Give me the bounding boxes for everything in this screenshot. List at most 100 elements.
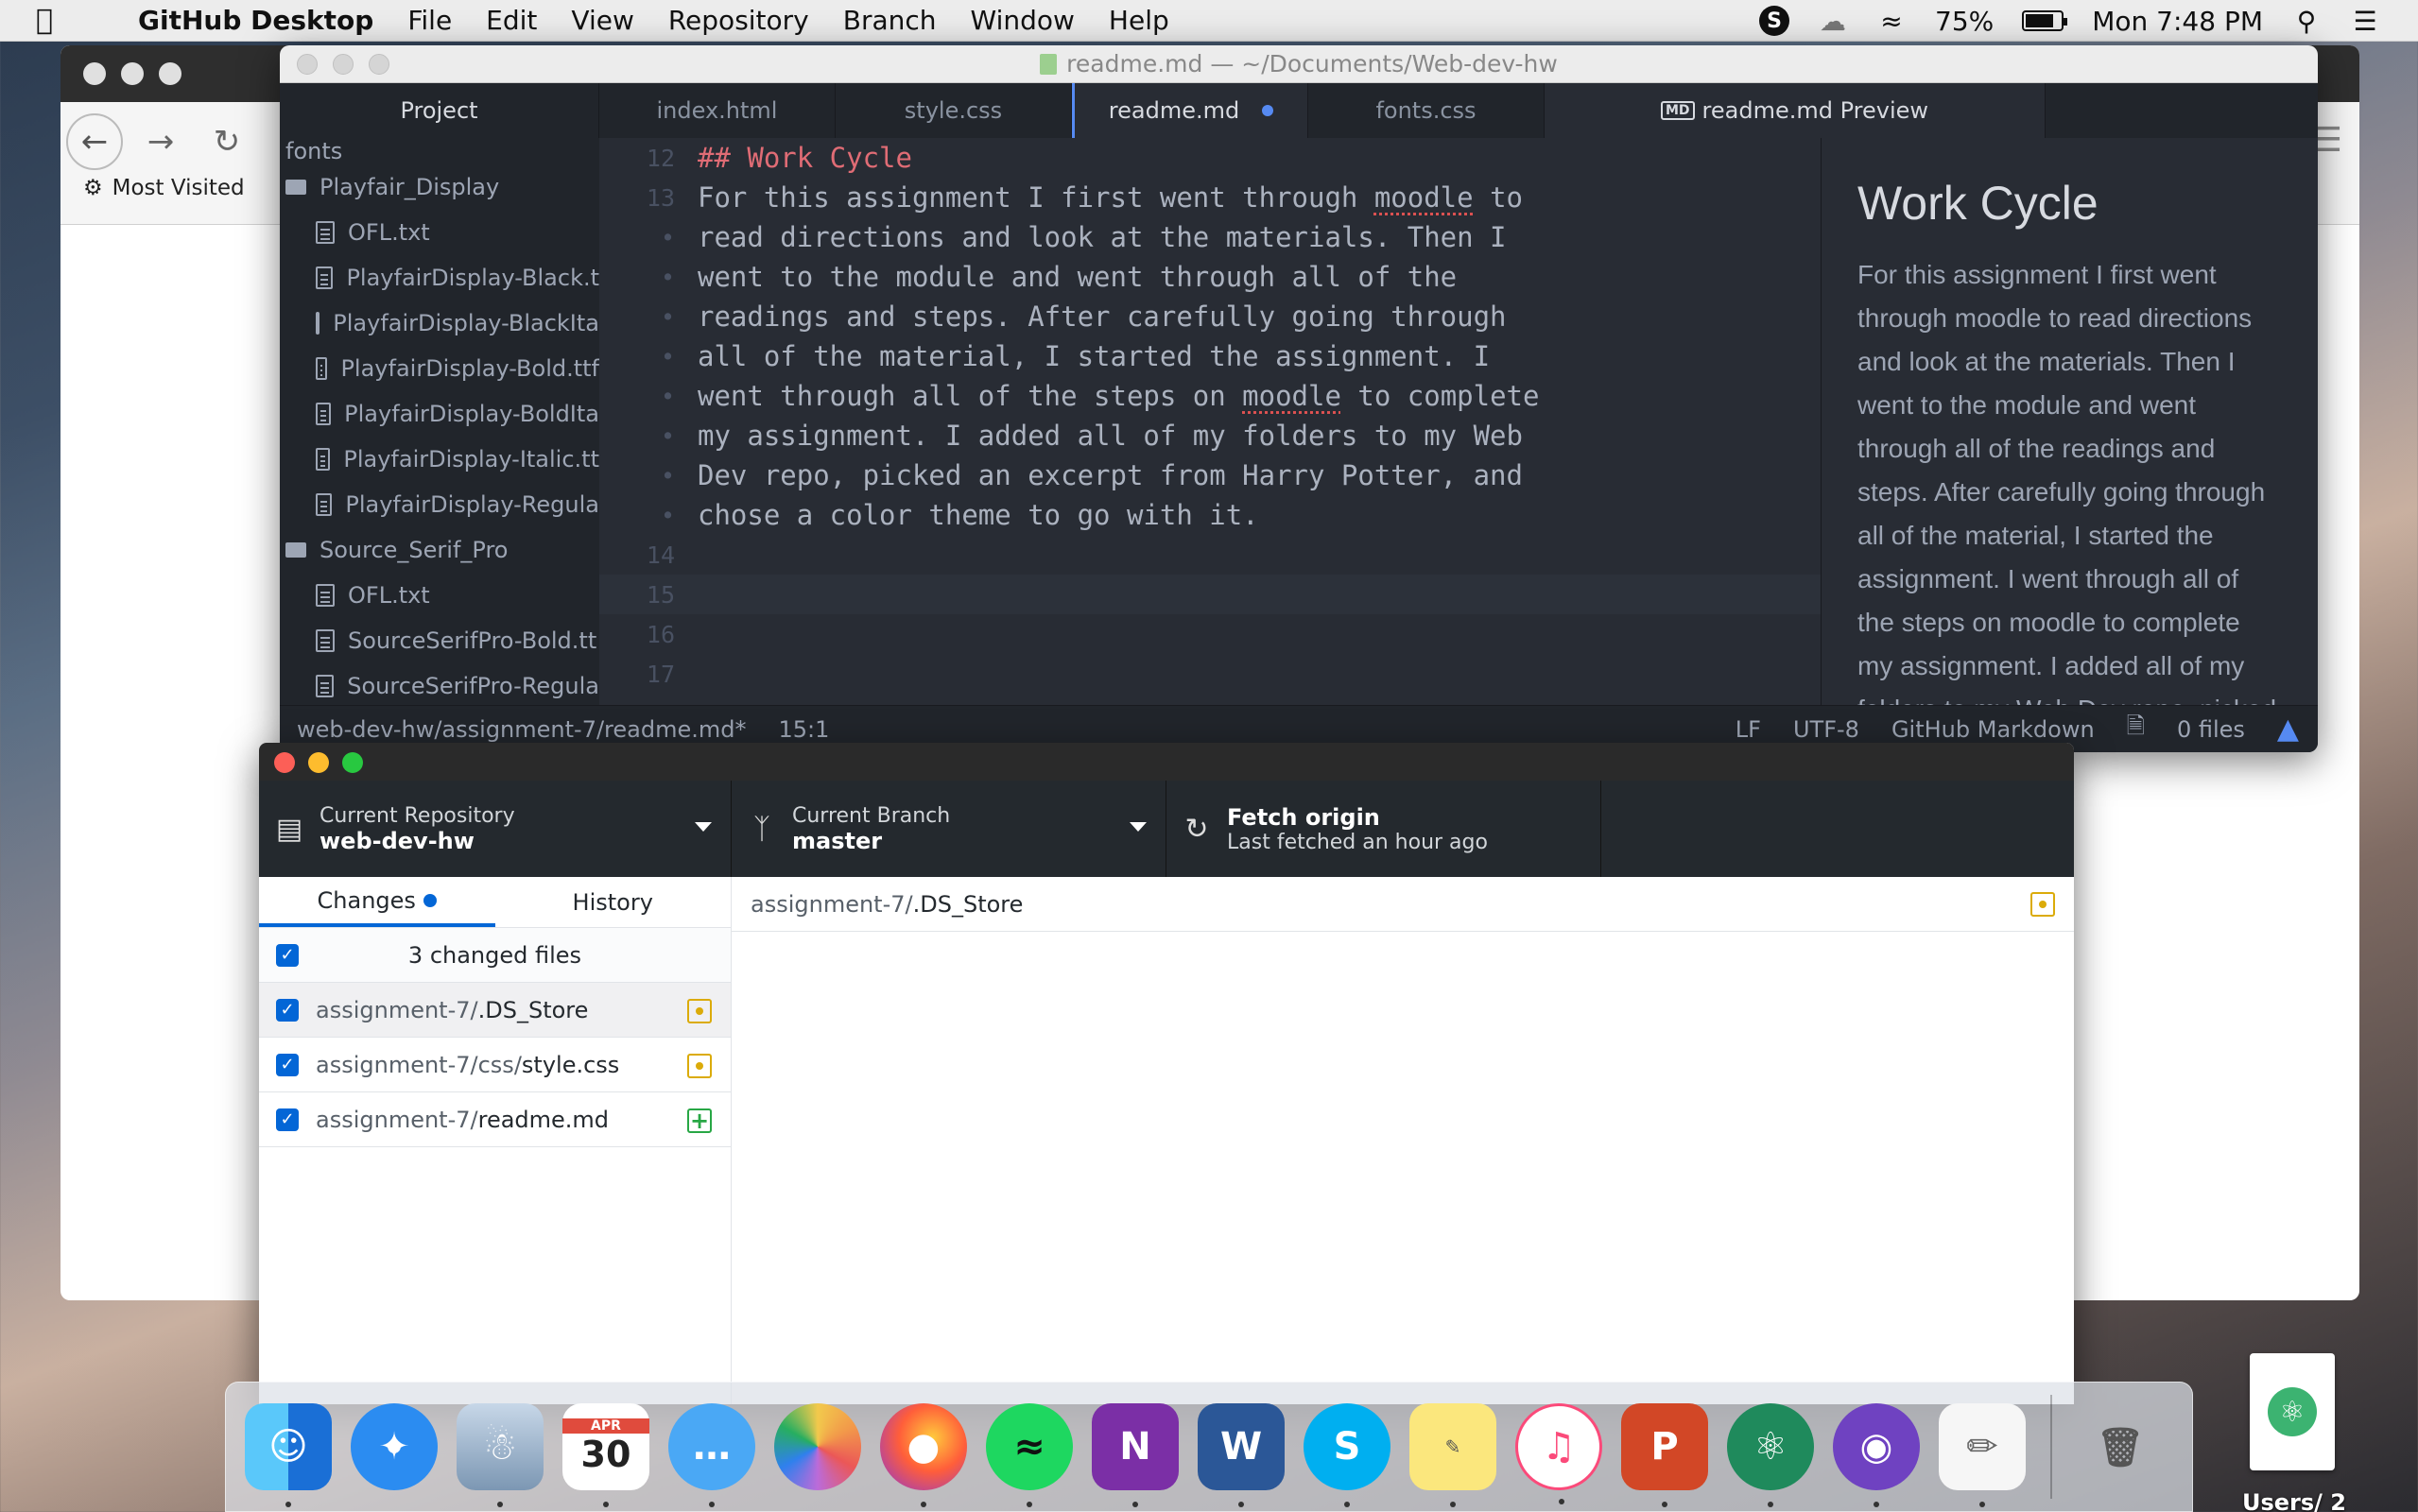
photos-app-icon[interactable] — [774, 1403, 861, 1490]
repo-value: web-dev-hw — [320, 827, 475, 854]
tree-file[interactable]: OFL.txt — [280, 210, 599, 255]
tab-index-html[interactable]: index.html — [599, 83, 836, 138]
tree-file[interactable]: SourceSerifPro-Regula — [280, 663, 599, 709]
tree-folder-playfair[interactable]: Playfair_Display — [280, 164, 599, 210]
tree-file[interactable]: PlayfairDisplay-Black.t — [280, 255, 599, 301]
menu-app-name[interactable]: GitHub Desktop — [138, 5, 373, 36]
menu-view[interactable]: View — [571, 5, 633, 36]
status-git-files[interactable]: 0 files — [2177, 716, 2245, 743]
atom-window: readme.md — ~/Documents/Web-dev-hw Proje… — [280, 45, 2318, 752]
running-indicator — [1979, 1502, 1985, 1507]
file-checkbox[interactable]: ✓ — [276, 998, 299, 1022]
tree-file[interactable]: SourceSerifPro-Bold.tt — [280, 618, 599, 663]
github-desktop-app-icon[interactable]: ◉ — [1833, 1403, 1920, 1507]
tab-fonts-css[interactable]: fonts.css — [1308, 83, 1545, 138]
desktop-file-icon[interactable]: ⚛ — [2250, 1353, 2335, 1470]
fetch-sub: Last fetched an hour ago — [1227, 830, 1488, 854]
battery-icon[interactable] — [2022, 10, 2068, 31]
status-grammar[interactable]: GitHub Markdown — [1891, 716, 2095, 743]
changed-file-row[interactable]: ✓ assignment-7/readme.md + — [259, 1092, 731, 1147]
status-file-path[interactable]: web-dev-hw/assignment-7/readme.md* — [297, 716, 746, 743]
itunes-app-icon[interactable]: ♫ — [1515, 1403, 1602, 1504]
onenote-app-icon[interactable]: N — [1092, 1403, 1179, 1507]
running-indicator — [1238, 1502, 1244, 1507]
tree-file[interactable]: PlayfairDisplay-BoldIta — [280, 391, 599, 437]
ghd-close-button[interactable] — [274, 752, 295, 773]
tab-style-css[interactable]: style.css — [836, 83, 1072, 138]
status-encoding[interactable]: UTF-8 — [1793, 716, 1859, 743]
powerpoint-app-icon[interactable]: P — [1621, 1403, 1708, 1507]
squirrel-update-icon[interactable]: ▲ — [2277, 713, 2299, 746]
forward-arrow-icon[interactable]: → — [132, 113, 189, 170]
battery-percent[interactable]: 75% — [1935, 6, 1994, 37]
ghd-zoom-button[interactable] — [342, 752, 363, 773]
finder-app-icon[interactable]: ☺ — [245, 1403, 332, 1507]
tree-folder-source-serif[interactable]: Source_Serif_Pro — [280, 527, 599, 573]
current-repository-button[interactable]: ▤ Current Repository web-dev-hw — [259, 781, 732, 877]
calendar-app-icon[interactable]: APR 30 — [562, 1403, 649, 1507]
menu-edit[interactable]: Edit — [486, 5, 537, 36]
skype-app-icon[interactable]: S — [1304, 1403, 1390, 1507]
tree-file[interactable]: PlayfairDisplay-BlackIta — [280, 301, 599, 346]
apple-menu-icon[interactable]:  — [36, 4, 78, 37]
menu-help[interactable]: Help — [1109, 5, 1169, 36]
reload-icon[interactable]: ↻ — [199, 113, 255, 170]
current-branch-button[interactable]: ᛉ Current Branch master — [732, 781, 1166, 877]
tab-readme-preview[interactable]: MD readme.md Preview — [1545, 83, 2046, 138]
changed-file-row[interactable]: ✓ assignment-7/css/style.css — [259, 1038, 731, 1092]
browser-zoom-button[interactable] — [159, 62, 181, 85]
browser-close-button[interactable] — [83, 62, 106, 85]
word-app-icon[interactable]: W — [1198, 1403, 1285, 1507]
menu-repository[interactable]: Repository — [668, 5, 809, 36]
atom-app-icon[interactable]: ⚛ — [1727, 1403, 1814, 1507]
select-all-checkbox[interactable]: ✓ — [276, 943, 299, 967]
tab-changes[interactable]: Changes — [259, 877, 495, 927]
notification-center-icon[interactable]: ☰ — [2350, 6, 2380, 37]
file-checkbox[interactable]: ✓ — [276, 1108, 299, 1131]
code-editor[interactable]: 12 ## Work Cycle 13 For this assignment I … — [599, 138, 1821, 739]
menu-branch[interactable]: Branch — [843, 5, 937, 36]
branch-icon: ᛉ — [753, 812, 770, 846]
tab-readme-md[interactable]: readme.md — [1072, 83, 1308, 138]
atom-minimize-button[interactable] — [333, 54, 354, 75]
textedit-app-icon[interactable]: ✏ — [1939, 1403, 2026, 1507]
trash-icon[interactable]: 🗑 — [2077, 1403, 2164, 1490]
safari-app-icon[interactable]: ✦ — [351, 1403, 438, 1490]
preview-app-icon[interactable]: ☃ — [457, 1403, 544, 1507]
firefox-app-icon[interactable]: ● — [880, 1403, 967, 1507]
menu-window[interactable]: Window — [971, 5, 1075, 36]
tab-project[interactable]: Project — [280, 83, 599, 138]
status-cursor-position[interactable]: 15:1 — [778, 716, 829, 743]
file-name: readme.md — [477, 1106, 610, 1133]
browser-minimize-button[interactable] — [121, 62, 144, 85]
tree-file[interactable]: OFL.txt — [280, 573, 599, 618]
fetch-origin-button[interactable]: ↻ Fetch origin Last fetched an hour ago — [1166, 781, 1601, 877]
back-arrow-icon[interactable]: ← — [66, 113, 123, 170]
cloud-tray-icon[interactable]: ☁ — [1818, 6, 1848, 37]
spotify-app-icon[interactable]: ≈ — [986, 1403, 1073, 1507]
atom-close-button[interactable] — [297, 54, 318, 75]
desktop-file-label[interactable]: Users/ 2 — [2242, 1489, 2346, 1512]
status-line-ending[interactable]: LF — [1736, 716, 1761, 743]
tree-file[interactable]: PlayfairDisplay-Bold.ttf — [280, 346, 599, 391]
skype-tray-icon[interactable]: S — [1759, 6, 1789, 36]
file-icon — [316, 629, 335, 652]
messages-app-icon[interactable]: … — [668, 1403, 755, 1507]
tree-folder-fonts[interactable]: fonts — [280, 138, 599, 164]
wifi-icon[interactable]: ≈ — [1876, 6, 1907, 37]
spotlight-search-icon[interactable]: ⚲ — [2291, 6, 2322, 37]
atom-zoom-button[interactable] — [369, 54, 389, 75]
tree-file[interactable]: PlayfairDisplay-Italic.tt — [280, 437, 599, 482]
menu-clock[interactable]: Mon 7:48 PM — [2092, 6, 2263, 37]
markdown-preview: Work Cycle For this assignment I first w… — [1821, 138, 2318, 752]
running-indicator — [921, 1502, 926, 1507]
bookmark-most-visited[interactable]: ⚙ Most Visited — [83, 176, 245, 200]
document-icon — [1040, 53, 1058, 75]
stickies-app-icon[interactable]: ✎ — [1409, 1403, 1496, 1507]
file-checkbox[interactable]: ✓ — [276, 1053, 299, 1076]
tab-history[interactable]: History — [495, 877, 732, 927]
ghd-minimize-button[interactable] — [308, 752, 329, 773]
tree-file[interactable]: PlayfairDisplay-Regula — [280, 482, 599, 527]
menu-file[interactable]: File — [407, 5, 452, 36]
changed-file-row[interactable]: ✓ assignment-7/.DS_Store — [259, 983, 731, 1038]
